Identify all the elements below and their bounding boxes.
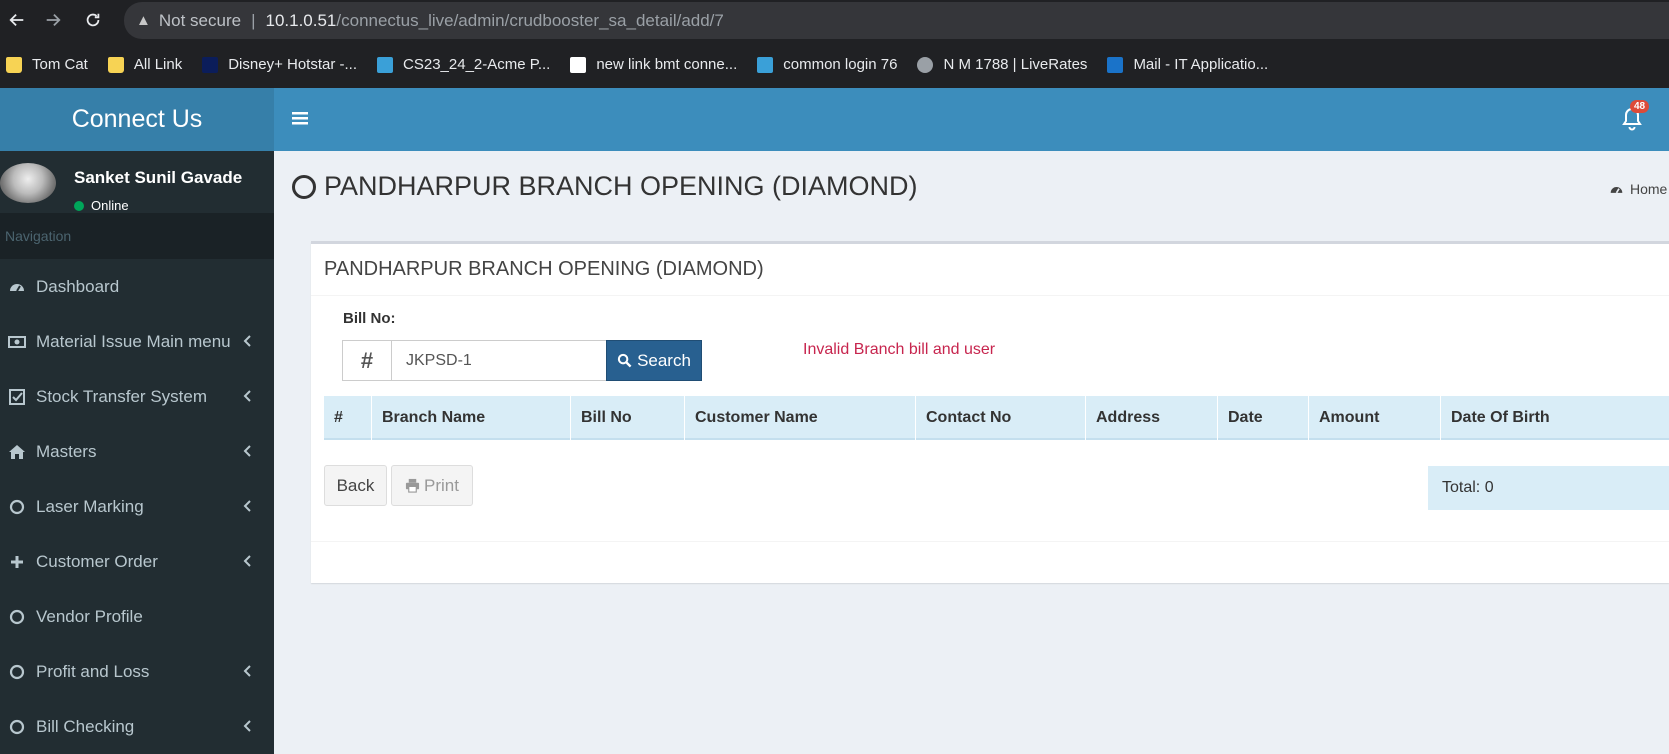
sidebar-item-laser-marking[interactable]: Laser Marking [0, 479, 274, 534]
url-host: 10.1.0.51 [265, 10, 337, 30]
check-square-icon [8, 388, 26, 406]
sidebar-item-material-issue[interactable]: Material Issue Main menu [0, 314, 274, 369]
forward-arrow-icon[interactable] [36, 3, 70, 37]
column-header: Contact No [916, 396, 1086, 440]
circle-icon [8, 663, 26, 681]
app-icon [757, 56, 774, 73]
app-header: Connect Us 48 [0, 88, 1669, 151]
circle-icon [8, 608, 26, 626]
bookmarks-bar: Tom Cat All Link Disney+ Hotstar -... CS… [0, 41, 1669, 88]
warning-icon: ▲ [136, 12, 151, 29]
column-header: Address [1086, 396, 1218, 440]
hamburger-menu-icon[interactable] [290, 108, 310, 130]
box-title: PANDHARPUR BRANCH OPENING (DIAMOND) [324, 258, 764, 280]
column-header: Date Of Birth [1451, 409, 1550, 426]
user-panel: Sanket Sunil Gavade Online [0, 151, 274, 213]
search-icon [617, 353, 632, 368]
bill-no-label: Bill No: [343, 310, 396, 327]
bookmark-item[interactable]: common login 76 [757, 56, 897, 73]
url-separator: | [251, 10, 256, 30]
form-box: PANDHARPUR BRANCH OPENING (DIAMOND) Bill… [311, 241, 1669, 583]
back-arrow-icon[interactable] [0, 3, 34, 37]
column-header: # [324, 396, 372, 440]
security-label: Not secure [158, 10, 242, 30]
home-icon [8, 443, 26, 461]
browser-toolbar: ▲ Not secure | 10.1.0.51 /connectus_live… [0, 0, 1669, 41]
error-message: Invalid Branch bill and user [803, 341, 996, 358]
chevron-left-icon [243, 390, 251, 402]
folder-icon [107, 56, 124, 73]
total-label: Total: 0 [1428, 466, 1669, 510]
sidebar: Sanket Sunil Gavade Online Navigation Da… [0, 151, 274, 754]
hotstar-icon [202, 56, 219, 73]
sidebar-item-dashboard[interactable]: Dashboard [0, 259, 274, 314]
globe-icon [917, 56, 934, 73]
bookmark-item[interactable]: Disney+ Hotstar -... [202, 56, 357, 73]
sidebar-item-bill-checking[interactable]: Bill Checking [0, 699, 274, 754]
sidebar-item-masters[interactable]: Masters [0, 424, 274, 479]
chevron-left-icon [243, 335, 251, 347]
bookmark-item[interactable]: CS23_24_2-Acme P... [377, 56, 550, 73]
reload-icon[interactable] [76, 3, 110, 37]
back-button[interactable]: Back [324, 465, 387, 506]
circle-icon [292, 174, 316, 199]
bookmark-item[interactable]: new link bmt conne... [570, 56, 737, 73]
user-status: Online [74, 198, 129, 213]
sidebar-item-vendor-profile[interactable]: Vendor Profile [0, 589, 274, 644]
bill-no-input[interactable] [391, 340, 607, 381]
app-logo[interactable]: Connect Us [0, 88, 274, 151]
chevron-left-icon [243, 500, 251, 512]
notification-badge: 48 [1630, 100, 1650, 113]
column-header: Customer Name [685, 396, 916, 440]
sidebar-item-profit-and-loss[interactable]: Profit and Loss [0, 644, 274, 699]
hash-icon: # [342, 340, 392, 381]
circle-icon [8, 718, 26, 736]
folder-icon [6, 56, 22, 73]
table-header: # Branch Name Bill No Customer Name Cont… [324, 396, 1669, 440]
print-button[interactable]: Print [391, 465, 473, 506]
sidebar-item-stock-transfer[interactable]: Stock Transfer System [0, 369, 274, 424]
chevron-left-icon [243, 445, 251, 457]
avatar [0, 163, 56, 203]
circle-icon [8, 498, 26, 516]
online-dot-icon [74, 200, 84, 211]
app-icon [377, 56, 394, 73]
divider [311, 541, 1669, 542]
column-header: Amount [1309, 396, 1441, 440]
chevron-left-icon [243, 555, 251, 567]
search-button[interactable]: Search [606, 340, 702, 381]
page-title: PANDHARPUR BRANCH OPENING (DIAMOND) [292, 171, 918, 202]
column-header: Bill No [571, 396, 685, 440]
site-icon [570, 56, 587, 73]
bookmark-item[interactable]: N M 1788 | LiveRates [917, 56, 1087, 73]
column-header: Branch Name [372, 396, 571, 440]
breadcrumb[interactable]: Home [1609, 181, 1667, 197]
address-bar[interactable]: ▲ Not secure | 10.1.0.51 /connectus_live… [124, 2, 1669, 39]
bookmark-item[interactable]: Mail - IT Applicatio... [1107, 56, 1268, 73]
sidebar-item-customer-order[interactable]: Customer Order [0, 534, 274, 589]
plus-icon [8, 553, 26, 571]
printer-icon [405, 478, 420, 493]
bookmark-item[interactable]: All Link [107, 56, 182, 73]
divider [311, 295, 1669, 296]
chevron-left-icon [243, 665, 251, 677]
user-name: Sanket Sunil Gavade [74, 168, 243, 187]
chevron-left-icon [243, 720, 251, 732]
main-content: PANDHARPUR BRANCH OPENING (DIAMOND) Home… [274, 151, 1669, 754]
outlook-icon [1107, 56, 1124, 73]
column-header: Date [1218, 396, 1309, 440]
money-icon [8, 333, 26, 351]
bookmark-item[interactable]: Tom Cat [6, 56, 88, 73]
nav-header: Navigation [0, 213, 274, 259]
dashboard-icon [1610, 186, 1623, 193]
url-path: /connectus_live/admin/crudbooster_sa_det… [336, 10, 724, 30]
dashboard-icon [8, 278, 26, 296]
